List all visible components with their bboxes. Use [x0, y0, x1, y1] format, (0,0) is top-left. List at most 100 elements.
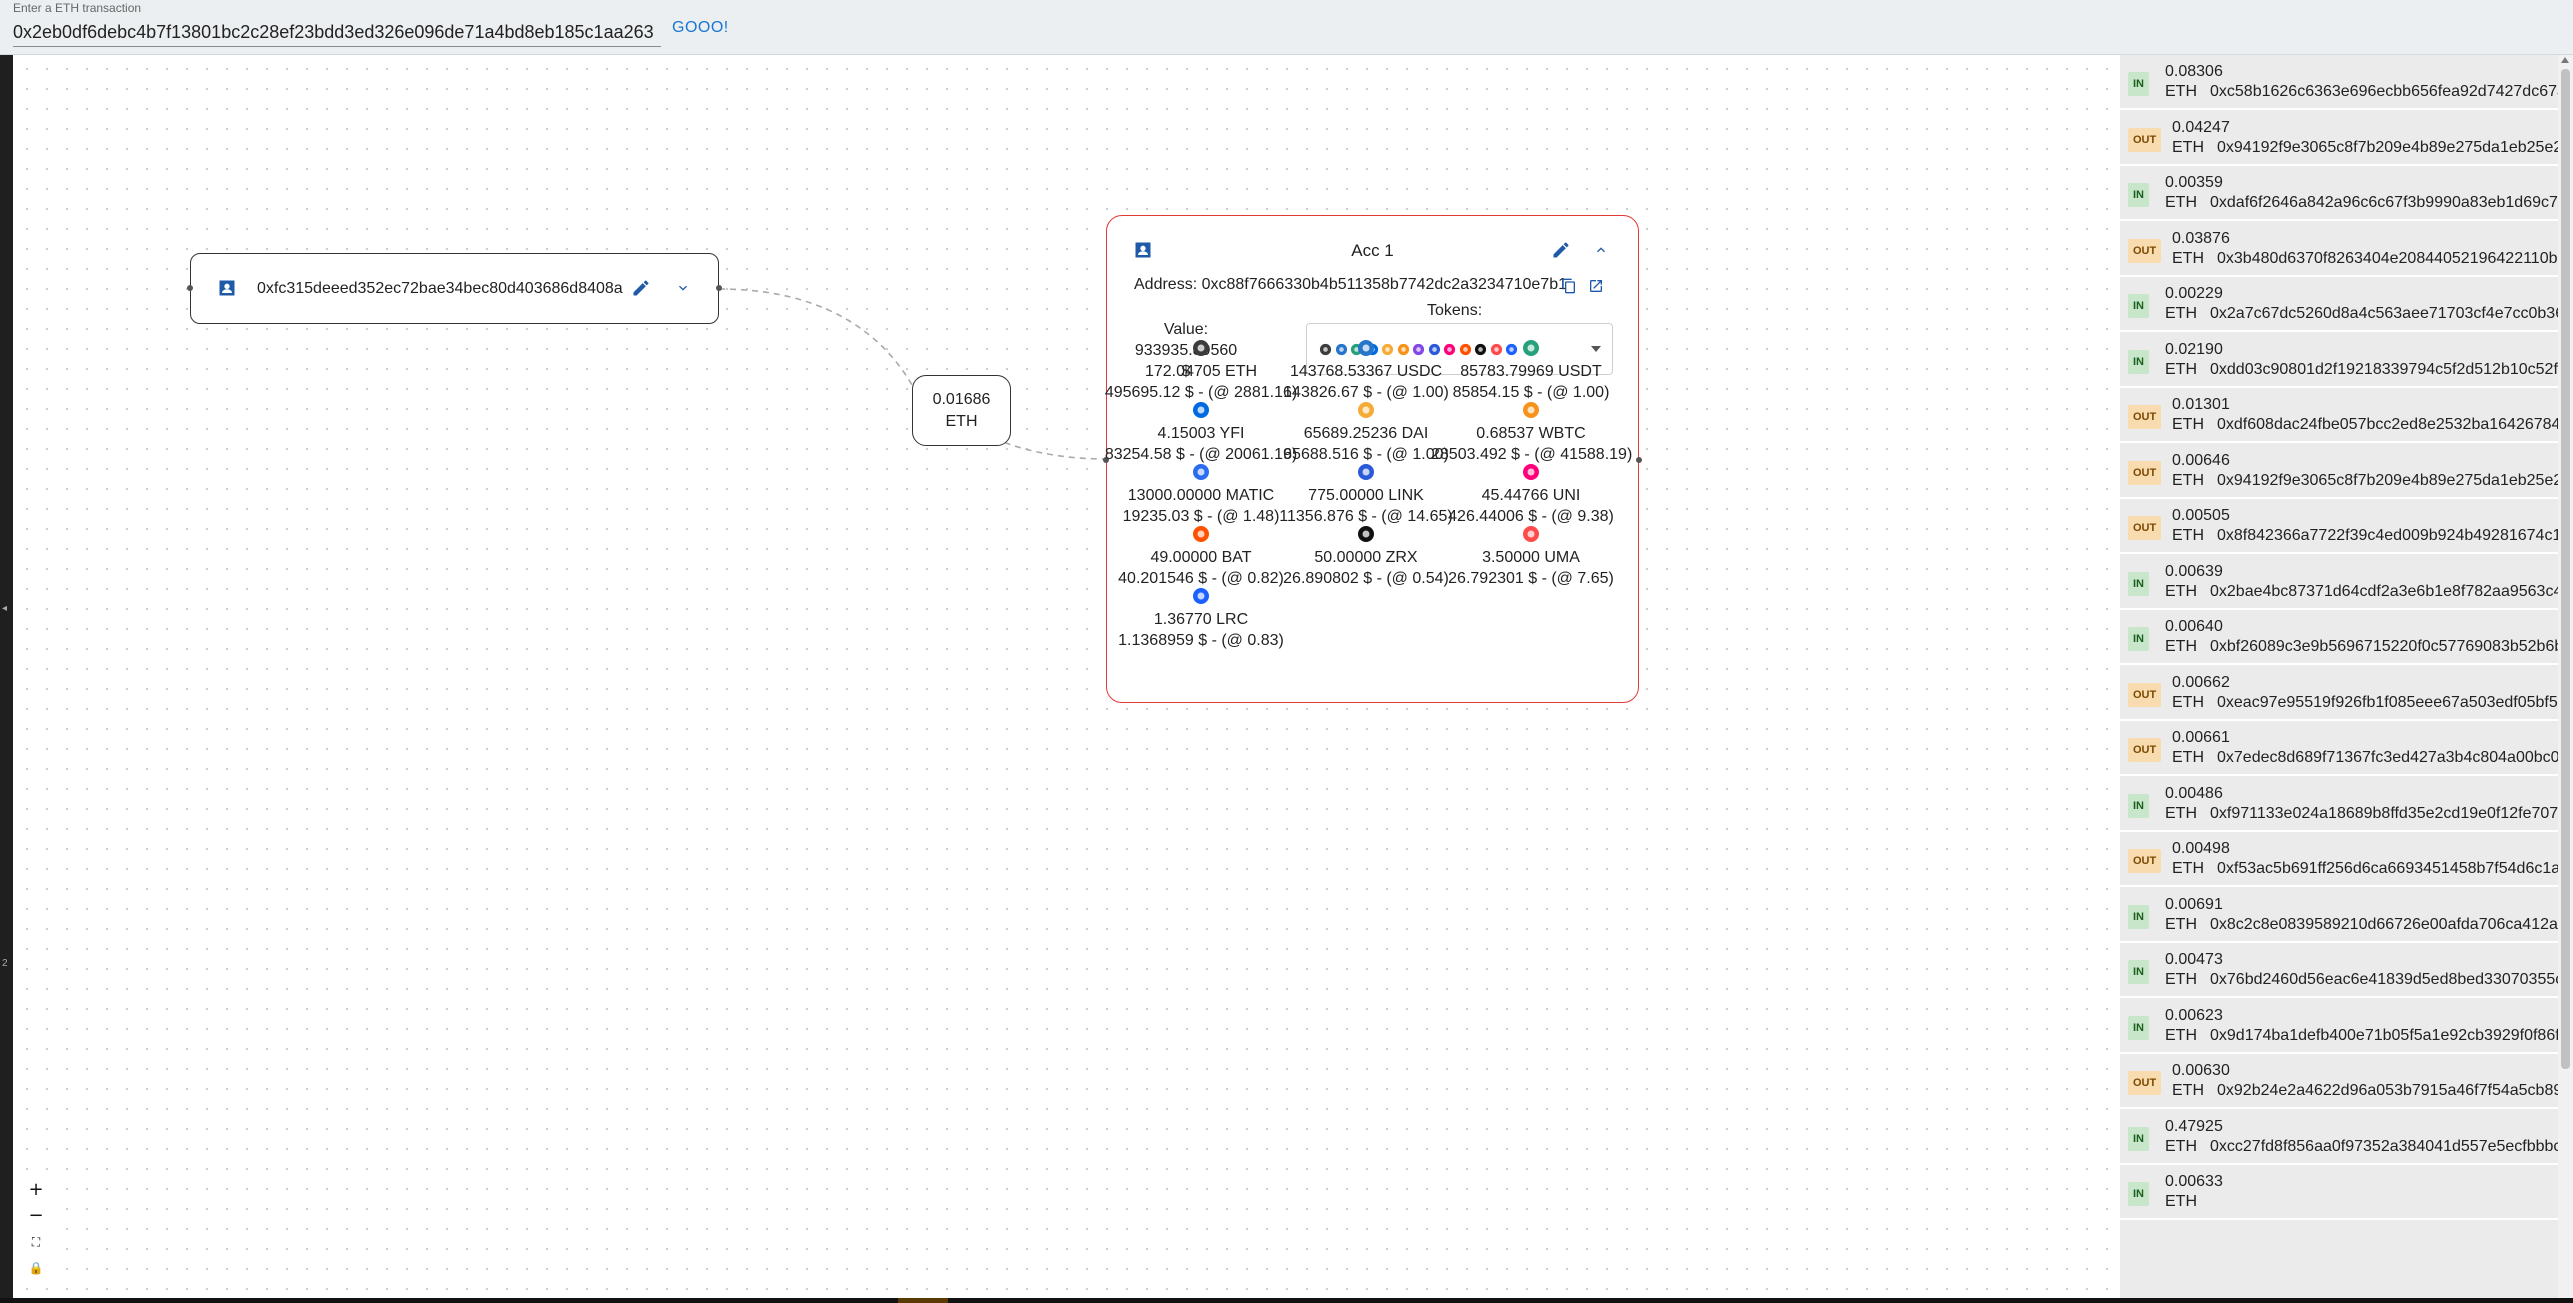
transaction-hash: ETH 0xcc27fd8f856aa0f97352a384041d557e5ec… [2165, 1138, 2558, 1156]
transaction-unit: ETH [2165, 1026, 2197, 1044]
token-lrc: 1.36770 LRC 1.1368959 $ - (@ 0.83) [1101, 587, 1301, 651]
transaction-row[interactable]: OUT 0.00505 ETH 0x8f842366a7722f39c4ed009b9… [2120, 499, 2558, 554]
transaction-hash: ETH 0xf53ac5b691ff256d6ca6693451458b7f54d… [2172, 860, 2558, 878]
transaction-amount: 0.00505 [2172, 507, 2230, 524]
transaction-hash: ETH 0x76bd2460d56eac6e41839d5ed8bed330703… [2165, 971, 2558, 989]
transaction-hash: ETH 0xeac97e95519f926fb1f085eee67a503edf0… [2172, 694, 2558, 712]
pencil-icon[interactable] [1551, 240, 1571, 265]
zrx-icon [1357, 525, 1375, 543]
go-button[interactable]: GOOO! [670, 15, 731, 41]
token-usdt: 85783.79969 USDT 85854.15 $ - (@ 1.00) [1431, 339, 1631, 403]
external-link-icon[interactable] [1588, 278, 1604, 299]
fit-view-button[interactable]: ⛶ [18, 1229, 54, 1255]
bat-icon [1192, 525, 1210, 543]
transaction-hash: ETH 0x8c2c8e0839589210d66726e00afda706ca4… [2165, 916, 2558, 934]
token-usd-value: 28503.492 $ - (@ 41588.19) [1431, 446, 1633, 463]
source-address: 0xfc315deeed352ec72bae34bec80d403686d840… [257, 280, 623, 297]
transaction-hash: ETH 0x2a7c67dc5260d8a4c563aee71703cf4e7cc… [2165, 305, 2558, 323]
transaction-unit: ETH [2165, 1137, 2197, 1155]
direction-badge: OUT [2128, 127, 2162, 152]
direction-badge: IN [2128, 793, 2149, 818]
graph-canvas[interactable] [13, 55, 2120, 1299]
transaction-row[interactable]: IN 0.00691 ETH 0x8c2c8e0839589210d66726e00a… [2120, 887, 2558, 943]
transaction-amount: 0.00662 [2172, 673, 2230, 691]
transaction-hash: ETH 0x2bae4bc87371d64cdf2a3e6b1e8f782aa95… [2165, 583, 2558, 601]
transaction-amount: 0.00646 [2172, 451, 2230, 469]
transaction-hash-text: 0x94192f9e3065c8f7b209e4b89e275da1eb25e2 [2217, 138, 2558, 156]
transaction-row[interactable]: IN 0.00639 ETH 0x2bae4bc87371d64cdf2a3e6b1e… [2120, 554, 2558, 610]
transaction-amount: 0.00623 [2165, 1006, 2223, 1024]
transaction-row[interactable]: OUT 0.04247 ETH 0x94192f9e3065c8f7b209e4b89… [2120, 110, 2558, 166]
account-node[interactable]: Acc 1 Address: 0xc88f7666330b4b511358b77… [1103, 215, 1642, 703]
source-address-node[interactable]: 0xfc315deeed352ec72bae34bec80d403686d840… [187, 253, 722, 324]
transfer-amount: 0.01686 [932, 391, 991, 408]
copy-icon[interactable] [1561, 278, 1577, 299]
transaction-hash-text: 0xcc27fd8f856aa0f97352a384041d557e5ecfbb… [2210, 1137, 2558, 1155]
transaction-row[interactable]: OUT 0.01301 ETH 0xdf608dac24fbe057bcc2ed8e2… [2120, 388, 2558, 443]
pencil-icon[interactable] [631, 278, 651, 303]
direction-badge: OUT [2128, 238, 2162, 263]
direction-badge: OUT [2128, 682, 2162, 707]
transaction-hash-text: 0xdd03c90801d2f19218339794c5f2d512b10c52… [2210, 360, 2558, 378]
node-handle-left[interactable] [187, 285, 193, 291]
transaction-row[interactable]: OUT 0.03876 ETH 0x3b480d6370f8263404e208440… [2120, 221, 2558, 277]
direction-badge: IN [2128, 960, 2149, 984]
transaction-row[interactable]: IN 0.08306 ETH 0xc58b1626c6363e696ecbb656fe… [2120, 55, 2558, 110]
zoom-in-button[interactable]: + [18, 1177, 54, 1203]
direction-badge: IN [2128, 571, 2149, 596]
transaction-unit: ETH [2172, 527, 2204, 544]
transaction-row[interactable]: IN 0.00640 ETH 0xbf26089c3e9b5696715220f0c5… [2120, 610, 2558, 665]
transaction-amount: 0.00661 [2172, 729, 2230, 746]
transaction-hash: ETH 0xc58b1626c6363e696ecbb656fea92d7427d… [2165, 83, 2558, 101]
transaction-hash: ETH [2165, 1193, 2210, 1211]
scroll-up-icon[interactable] [2561, 57, 2569, 63]
transaction-unit: ETH [2165, 360, 2197, 378]
transaction-row[interactable]: IN 0.00229 ETH 0x2a7c67dc5260d8a4c563aee717… [2120, 277, 2558, 332]
yfi-icon [1192, 401, 1210, 419]
lock-button[interactable]: 🔒 [18, 1255, 54, 1281]
transaction-row[interactable]: IN 0.00623 ETH 0x9d174ba1defb400e71b05f5a1e… [2120, 998, 2558, 1054]
transaction-row[interactable]: IN 0.00473 ETH 0x76bd2460d56eac6e41839d5ed8… [2120, 943, 2558, 998]
transaction-hash: ETH 0x94192f9e3065c8f7b209e4b89e275da1eb2… [2172, 139, 2558, 157]
transaction-row[interactable]: OUT 0.00498 ETH 0xf53ac5b691ff256d6ca669345… [2120, 832, 2558, 887]
direction-badge: OUT [2128, 738, 2162, 762]
ethereum-icon [1192, 339, 1210, 357]
transaction-row[interactable]: IN 0.00486 ETH 0xf971133e024a18689b8ffd35e2… [2120, 776, 2558, 832]
transaction-input[interactable] [13, 18, 661, 47]
transaction-row[interactable]: OUT 0.00661 ETH 0x7edec8d689f71367fc3ed427a… [2120, 721, 2558, 776]
transaction-row[interactable]: IN 0.02190 ETH 0xdd03c90801d2f19218339794c5… [2120, 332, 2558, 388]
chevron-up-icon[interactable] [1593, 242, 1609, 263]
transaction-row[interactable]: IN 0.00633 ETH [2120, 1165, 2558, 1220]
transaction-list-scrollbar[interactable] [2558, 55, 2573, 1299]
node-handle-right[interactable] [716, 285, 722, 291]
transfer-unit: ETH [945, 413, 978, 430]
transaction-amount: 0.01301 [2172, 396, 2230, 413]
transaction-row[interactable]: IN 0.47925 ETH 0xcc27fd8f856aa0f97352a38404… [2120, 1109, 2558, 1165]
direction-badge: IN [2128, 627, 2149, 651]
scrollbar-thumb[interactable] [2561, 69, 2570, 1069]
transaction-amount: 0.00229 [2165, 285, 2223, 302]
transaction-unit: ETH [2165, 83, 2197, 100]
app-root: Enter a ETH transaction GOOO! ◂ 2 0xfc31… [0, 0, 2573, 1303]
transaction-row[interactable]: OUT 0.00662 ETH 0xeac97e95519f926fb1f085eee… [2120, 665, 2558, 721]
dai-icon [1357, 401, 1375, 419]
token-usd-value: 426.44006 $ - (@ 9.38) [1448, 508, 1614, 525]
person-icon [217, 278, 237, 303]
zoom-out-button[interactable]: − [18, 1203, 54, 1229]
node-handle-right[interactable] [1636, 457, 1642, 463]
direction-badge: OUT [2128, 849, 2162, 873]
transaction-unit: ETH [2165, 582, 2197, 600]
link-icon [1357, 463, 1375, 481]
direction-badge: IN [2128, 183, 2149, 207]
transaction-hash: ETH 0xdaf6f2646a842a96c6c67f3b9990a83eb1d… [2165, 194, 2558, 212]
token-amount: 3.50000 UMA [1482, 549, 1580, 566]
transaction-row[interactable]: OUT 0.00646 ETH 0x94192f9e3065c8f7b209e4b89… [2120, 443, 2558, 499]
transaction-unit: ETH [2165, 194, 2197, 211]
transaction-amount: 0.03876 [2172, 229, 2230, 247]
transfer-amount-node[interactable]: 0.01686 ETH [912, 375, 1011, 446]
transaction-hash-text: 0x8c2c8e0839589210d66726e00afda706ca412a… [2210, 915, 2558, 933]
chevron-down-icon[interactable] [675, 280, 691, 301]
transaction-row[interactable]: OUT 0.00630 ETH 0x92b24e2a4622d96a053b7915a… [2120, 1054, 2558, 1109]
transaction-row[interactable]: IN 0.00359 ETH 0xdaf6f2646a842a96c6c67f3b99… [2120, 166, 2558, 221]
transaction-hash-text: 0x92b24e2a4622d96a053b7915a46f7f54a5cb89 [2217, 1082, 2558, 1099]
